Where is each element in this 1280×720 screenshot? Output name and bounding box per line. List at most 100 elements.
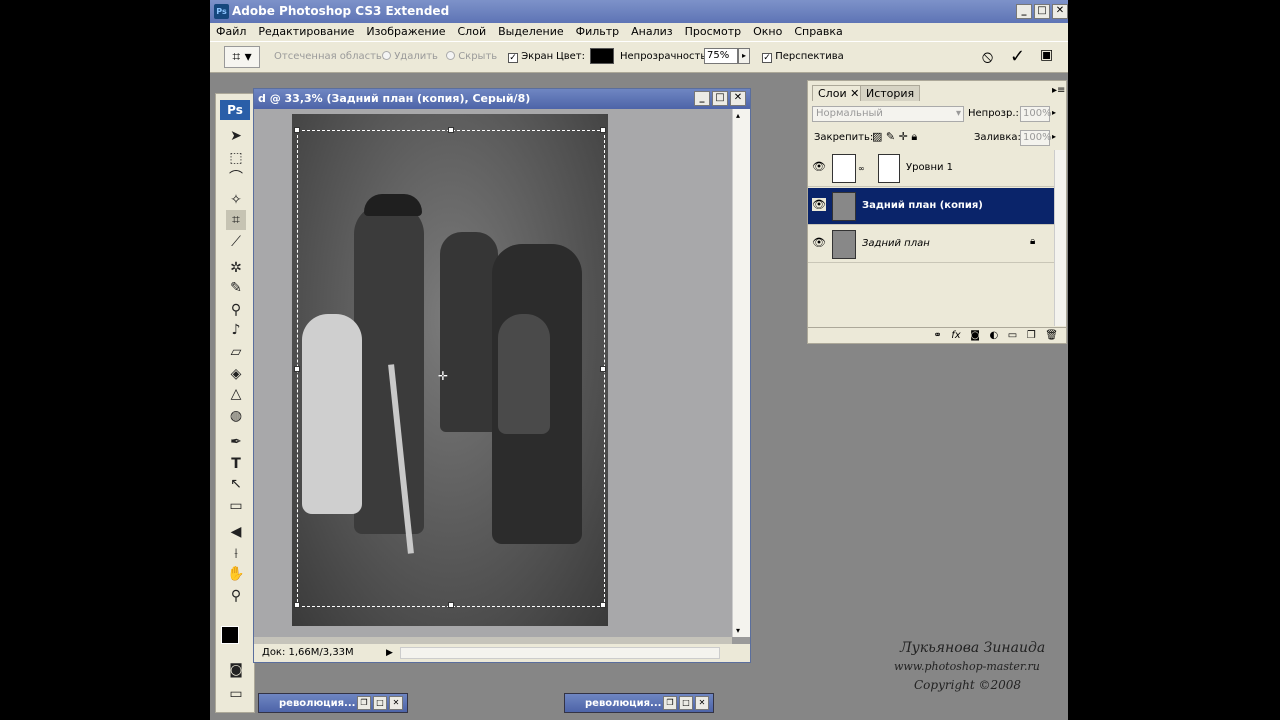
notes-tool-icon[interactable]: ◀ <box>226 522 246 542</box>
minimized-document-1[interactable]: революция... ❐ □ ✕ <box>258 693 408 713</box>
layer-row-selected[interactable]: 👁︎ Задний план (копия) <box>808 188 1054 225</box>
perspective-checkbox[interactable]: ✓ <box>762 53 772 63</box>
zoom-tool-icon[interactable]: ⚲ <box>226 586 246 606</box>
marquee-tool-icon[interactable]: ⬚ <box>226 148 246 168</box>
dodge-tool-icon[interactable]: ◍ <box>226 406 246 426</box>
lock-icons[interactable]: ▨ ✎ ✛ 🔒︎ <box>872 130 917 144</box>
magic-wand-tool-icon[interactable]: ✧ <box>226 190 246 210</box>
lasso-tool-icon[interactable]: ⌒ <box>226 168 246 188</box>
menu-select[interactable]: Выделение <box>492 23 570 41</box>
adjustment-layer-icon[interactable]: ◐ <box>990 330 999 341</box>
stamp-tool-icon[interactable]: ⚲ <box>226 300 246 320</box>
palette-well-icon[interactable]: ▣ <box>1040 47 1053 63</box>
horizontal-scrollbar[interactable] <box>400 647 720 659</box>
crop-handle-right[interactable] <box>600 366 606 372</box>
maximize-button[interactable]: □ <box>1034 4 1050 19</box>
fx-icon[interactable]: fx <box>951 330 960 341</box>
status-arrow-icon[interactable]: ▶ <box>386 644 393 662</box>
scroll-down-icon[interactable]: ▾ <box>736 626 740 635</box>
minimized-document-2[interactable]: революция... ❐ □ ✕ <box>564 693 714 713</box>
crop-handle-bottom-right[interactable] <box>600 602 606 608</box>
crop-handle-top[interactable] <box>448 127 454 133</box>
menu-view[interactable]: Просмотр <box>679 23 747 41</box>
scroll-up-icon[interactable]: ▴ <box>736 111 740 120</box>
doc-maximize-button[interactable]: □ <box>712 91 728 106</box>
move-tool-icon[interactable]: ➤ <box>226 126 246 146</box>
type-tool-icon[interactable]: T <box>226 454 246 474</box>
panel-menu-icon[interactable]: ▸≡ <box>1052 85 1065 96</box>
link-layers-icon[interactable]: ⚭ <box>933 330 941 341</box>
eye-icon[interactable]: 👁︎ <box>812 160 826 173</box>
menu-analysis[interactable]: Анализ <box>625 23 679 41</box>
new-layer-icon[interactable]: ❐ <box>1027 330 1036 341</box>
restore-icon[interactable]: ❐ <box>357 696 371 710</box>
tab-close-icon[interactable]: ✕ <box>850 87 859 100</box>
eyedropper-tool-icon[interactable]: ⟊ <box>226 544 246 564</box>
menu-file[interactable]: Файл <box>210 23 252 41</box>
layers-scrollbar[interactable] <box>1054 150 1066 326</box>
blend-mode-select[interactable]: Нормальный ▾ <box>812 106 964 122</box>
slice-tool-icon[interactable]: ⟋ <box>226 232 246 252</box>
canvas-area[interactable]: ✛ <box>254 109 732 637</box>
crop-tool-preset-icon[interactable]: ⌗ ▾ <box>224 46 260 68</box>
hide-option[interactable]: Скрыть <box>446 51 497 62</box>
fill-arrow-icon[interactable]: ▸ <box>1052 132 1056 141</box>
menu-layer[interactable]: Слой <box>452 23 493 41</box>
delete-radio[interactable] <box>382 51 391 60</box>
crop-handle-bottom-left[interactable] <box>294 602 300 608</box>
hide-radio[interactable] <box>446 51 455 60</box>
new-group-icon[interactable]: ▭ <box>1008 330 1017 341</box>
menu-image[interactable]: Изображение <box>360 23 451 41</box>
healing-tool-icon[interactable]: ✲ <box>226 258 246 278</box>
path-select-tool-icon[interactable]: ↖ <box>226 474 246 494</box>
shield-checkbox[interactable]: ✓ <box>508 53 518 63</box>
eye-icon[interactable]: 👁︎ <box>812 236 826 249</box>
crop-center-icon[interactable]: ✛ <box>438 369 448 383</box>
menu-window[interactable]: Окно <box>747 23 788 41</box>
shape-tool-icon[interactable]: ▭ <box>226 496 246 516</box>
maximize-icon[interactable]: □ <box>373 696 387 710</box>
restore-icon[interactable]: ❐ <box>663 696 677 710</box>
commit-crop-icon[interactable]: ✓ <box>1010 46 1025 67</box>
doc-minimize-button[interactable]: _ <box>694 91 710 106</box>
layer-opacity-input[interactable]: 100% <box>1020 106 1052 122</box>
tab-history[interactable]: История <box>860 85 921 101</box>
vertical-scrollbar[interactable]: ▴ ▾ <box>732 109 750 637</box>
trash-icon[interactable]: 🗑︎ <box>1045 330 1058 341</box>
hand-tool-icon[interactable]: ✋ <box>226 564 246 584</box>
menu-filter[interactable]: Фильтр <box>570 23 626 41</box>
delete-option[interactable]: Удалить <box>382 51 438 62</box>
fill-input[interactable]: 100% <box>1020 130 1052 146</box>
paint-bucket-tool-icon[interactable]: ◈ <box>226 364 246 384</box>
close-icon[interactable]: ✕ <box>695 696 709 710</box>
shield-color-swatch[interactable] <box>590 48 614 64</box>
opacity-arrow-icon[interactable]: ▸ <box>738 48 750 64</box>
eraser-tool-icon[interactable]: ▱ <box>226 342 246 362</box>
crop-handle-top-left[interactable] <box>294 127 300 133</box>
quick-mask-icon[interactable]: ◙ <box>226 660 246 680</box>
foreground-color-swatch[interactable] <box>221 626 239 644</box>
eye-icon[interactable]: 👁︎ <box>812 198 826 211</box>
cancel-crop-icon[interactable]: ⦸ <box>982 47 993 67</box>
menu-edit[interactable]: Редактирование <box>252 23 360 41</box>
tab-layers[interactable]: Слои ✕ <box>812 85 866 101</box>
doc-close-button[interactable]: ✕ <box>730 91 746 106</box>
layer-row[interactable]: 👁︎ ∞ Уровни 1 <box>808 150 1054 187</box>
shield-option[interactable]: ✓ Экран <box>508 51 553 63</box>
blur-tool-icon[interactable]: △ <box>226 384 246 404</box>
crop-handle-top-right[interactable] <box>600 127 606 133</box>
menu-help[interactable]: Справка <box>788 23 848 41</box>
minimize-button[interactable]: _ <box>1016 4 1032 19</box>
layer-row[interactable]: 👁︎ Задний план 🔒︎ <box>808 226 1054 263</box>
crop-tool-icon[interactable]: ⌗ <box>226 210 246 230</box>
perspective-option[interactable]: ✓ Перспектива <box>762 51 844 63</box>
pen-tool-icon[interactable]: ✒ <box>226 432 246 452</box>
brush-tool-icon[interactable]: ✎ <box>226 278 246 298</box>
opacity-input[interactable]: 75% <box>704 48 738 64</box>
history-brush-tool-icon[interactable]: ♪ <box>226 320 246 340</box>
add-mask-icon[interactable]: ◙ <box>970 330 980 341</box>
screen-mode-icon[interactable]: ▭ <box>226 684 246 704</box>
layer-opacity-arrow-icon[interactable]: ▸ <box>1052 108 1056 117</box>
crop-handle-bottom[interactable] <box>448 602 454 608</box>
crop-selection-box[interactable]: ✛ <box>294 127 606 608</box>
